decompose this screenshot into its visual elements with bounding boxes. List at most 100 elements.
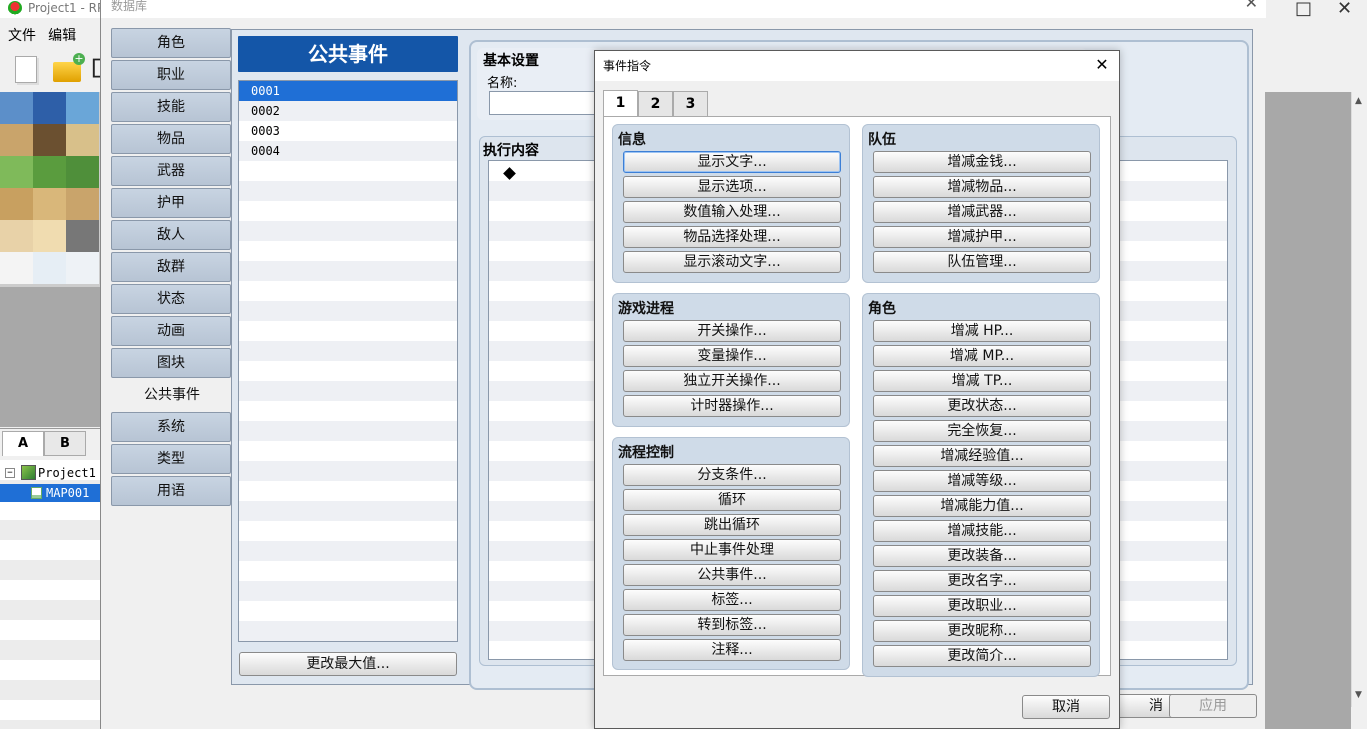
- cmd-change-hp[interactable]: 增减 HP...: [873, 320, 1091, 342]
- cmd-change-party-member[interactable]: 队伍管理...: [873, 251, 1091, 273]
- tileset-palette[interactable]: [0, 92, 101, 287]
- cmd-recover-all[interactable]: 完全恢复...: [873, 420, 1091, 442]
- cmd-change-items[interactable]: 增减物品...: [873, 176, 1091, 198]
- cmd-change-parameter[interactable]: 增减能力值...: [873, 495, 1091, 517]
- cmd-change-name[interactable]: 更改名字...: [873, 570, 1091, 592]
- cmd-change-equipment[interactable]: 更改装备...: [873, 545, 1091, 567]
- cmd-change-tp[interactable]: 增减 TP...: [873, 370, 1091, 392]
- database-close-icon[interactable]: ✕: [1245, 0, 1258, 11]
- tab-page-1[interactable]: 1: [603, 90, 638, 117]
- cmd-change-nickname[interactable]: 更改昵称...: [873, 620, 1091, 642]
- cmd-common-event[interactable]: 公共事件...: [623, 564, 841, 586]
- change-max-button[interactable]: 更改最大值...: [239, 652, 457, 676]
- category-skills[interactable]: 技能: [111, 92, 231, 122]
- new-project-icon[interactable]: [15, 56, 37, 83]
- tile-sand[interactable]: [0, 124, 33, 156]
- map-vertical-scrollbar[interactable]: ▲ ▼: [1351, 92, 1367, 707]
- scroll-up-icon[interactable]: ▲: [1355, 96, 1362, 106]
- category-classes[interactable]: 职业: [111, 60, 231, 90]
- cmd-conditional-branch[interactable]: 分支条件...: [623, 464, 841, 486]
- event-row-0004[interactable]: 0004: [239, 141, 457, 161]
- category-armors[interactable]: 护甲: [111, 188, 231, 218]
- close-icon[interactable]: ✕: [1337, 0, 1352, 19]
- tile-desert[interactable]: [33, 188, 66, 220]
- cmd-change-level[interactable]: 增减等级...: [873, 470, 1091, 492]
- menu-file[interactable]: 文件: [8, 24, 36, 48]
- cmd-change-mp[interactable]: 增减 MP...: [873, 345, 1091, 367]
- tile-snow[interactable]: [0, 252, 33, 284]
- cmd-control-switches[interactable]: 开关操作...: [623, 320, 841, 342]
- cmd-control-variables[interactable]: 变量操作...: [623, 345, 841, 367]
- tab-page-3[interactable]: 3: [673, 91, 708, 117]
- cmd-break-loop[interactable]: 跳出循环: [623, 514, 841, 536]
- cmd-show-text[interactable]: 显示文字...: [623, 151, 841, 173]
- category-troops[interactable]: 敌群: [111, 252, 231, 282]
- tile-grass[interactable]: [0, 156, 33, 188]
- menu-edit[interactable]: 编辑: [48, 24, 76, 48]
- tile-water[interactable]: [0, 92, 33, 124]
- cmd-comment[interactable]: 注释...: [623, 639, 841, 661]
- category-animations[interactable]: 动画: [111, 316, 231, 346]
- tile-ice[interactable]: [33, 252, 66, 284]
- tile-shallow-water[interactable]: [66, 92, 99, 124]
- cmd-select-item[interactable]: 物品选择处理...: [623, 226, 841, 248]
- tile-pale-sand[interactable]: [33, 220, 66, 252]
- category-enemies[interactable]: 敌人: [111, 220, 231, 250]
- tile-rock[interactable]: [33, 124, 66, 156]
- event-row-0003[interactable]: 0003: [239, 121, 457, 141]
- db-apply-button[interactable]: 应用: [1169, 694, 1257, 718]
- tile-dark-grass[interactable]: [33, 156, 66, 188]
- tab-page-2[interactable]: 2: [638, 91, 673, 117]
- cmd-loop[interactable]: 循环: [623, 489, 841, 511]
- map-canvas[interactable]: [1265, 92, 1351, 729]
- dialog-cancel-button[interactable]: 取消: [1022, 695, 1110, 719]
- cmd-change-state[interactable]: 更改状态...: [873, 395, 1091, 417]
- tile-deep-water[interactable]: [33, 92, 66, 124]
- cmd-change-weapons[interactable]: 增减武器...: [873, 201, 1091, 223]
- category-weapons[interactable]: 武器: [111, 156, 231, 186]
- cmd-scrolling-text[interactable]: 显示滚动文字...: [623, 251, 841, 273]
- cmd-control-self-switch[interactable]: 独立开关操作...: [623, 370, 841, 392]
- cmd-change-profile[interactable]: 更改简介...: [873, 645, 1091, 667]
- event-name-input[interactable]: [489, 91, 609, 115]
- category-items[interactable]: 物品: [111, 124, 231, 154]
- cmd-control-timer[interactable]: 计时器操作...: [623, 395, 841, 417]
- cmd-label[interactable]: 标签...: [623, 589, 841, 611]
- tile-light-sand[interactable]: [0, 220, 33, 252]
- cmd-change-class[interactable]: 更改职业...: [873, 595, 1091, 617]
- category-types[interactable]: 类型: [111, 444, 231, 474]
- maximize-icon[interactable]: □: [1295, 0, 1312, 19]
- category-common-events[interactable]: 公共事件: [111, 380, 233, 410]
- cmd-change-armors[interactable]: 增减护甲...: [873, 226, 1091, 248]
- dialog-title: 事件指令: [603, 59, 652, 73]
- tree-row-project[interactable]: − Project1: [0, 464, 101, 482]
- category-tilesets[interactable]: 图块: [111, 348, 231, 378]
- common-events-list[interactable]: 0001 0002 0003 0004: [238, 80, 458, 642]
- event-row-0002[interactable]: 0002: [239, 101, 457, 121]
- category-actors[interactable]: 角色: [111, 28, 231, 58]
- collapse-icon[interactable]: −: [5, 468, 15, 478]
- cmd-jump-to-label[interactable]: 转到标签...: [623, 614, 841, 636]
- cmd-show-choices[interactable]: 显示选项...: [623, 176, 841, 198]
- tile-stone[interactable]: [66, 220, 99, 252]
- open-project-icon[interactable]: [53, 53, 85, 82]
- category-terms[interactable]: 用语: [111, 476, 231, 506]
- dialog-close-icon[interactable]: ✕: [1093, 56, 1111, 74]
- cmd-change-exp[interactable]: 增减经验值...: [873, 445, 1091, 467]
- tree-row-map[interactable]: MAP001: [0, 484, 101, 502]
- tile-frost[interactable]: [66, 252, 99, 284]
- event-row-0001[interactable]: 0001: [239, 81, 457, 101]
- cmd-change-skill[interactable]: 增减技能...: [873, 520, 1091, 542]
- category-system[interactable]: 系统: [111, 412, 231, 442]
- tile-dirt[interactable]: [0, 188, 33, 220]
- cmd-exit-event[interactable]: 中止事件处理: [623, 539, 841, 561]
- tile-path[interactable]: [66, 188, 99, 220]
- tile-forest[interactable]: [66, 156, 99, 188]
- tileset-tab-a[interactable]: A: [2, 431, 44, 456]
- cmd-input-number[interactable]: 数值输入处理...: [623, 201, 841, 223]
- tileset-tab-b[interactable]: B: [44, 431, 86, 456]
- scroll-down-icon[interactable]: ▼: [1355, 690, 1362, 700]
- category-states[interactable]: 状态: [111, 284, 231, 314]
- cmd-change-gold[interactable]: 增减金钱...: [873, 151, 1091, 173]
- tile-beach[interactable]: [66, 124, 99, 156]
